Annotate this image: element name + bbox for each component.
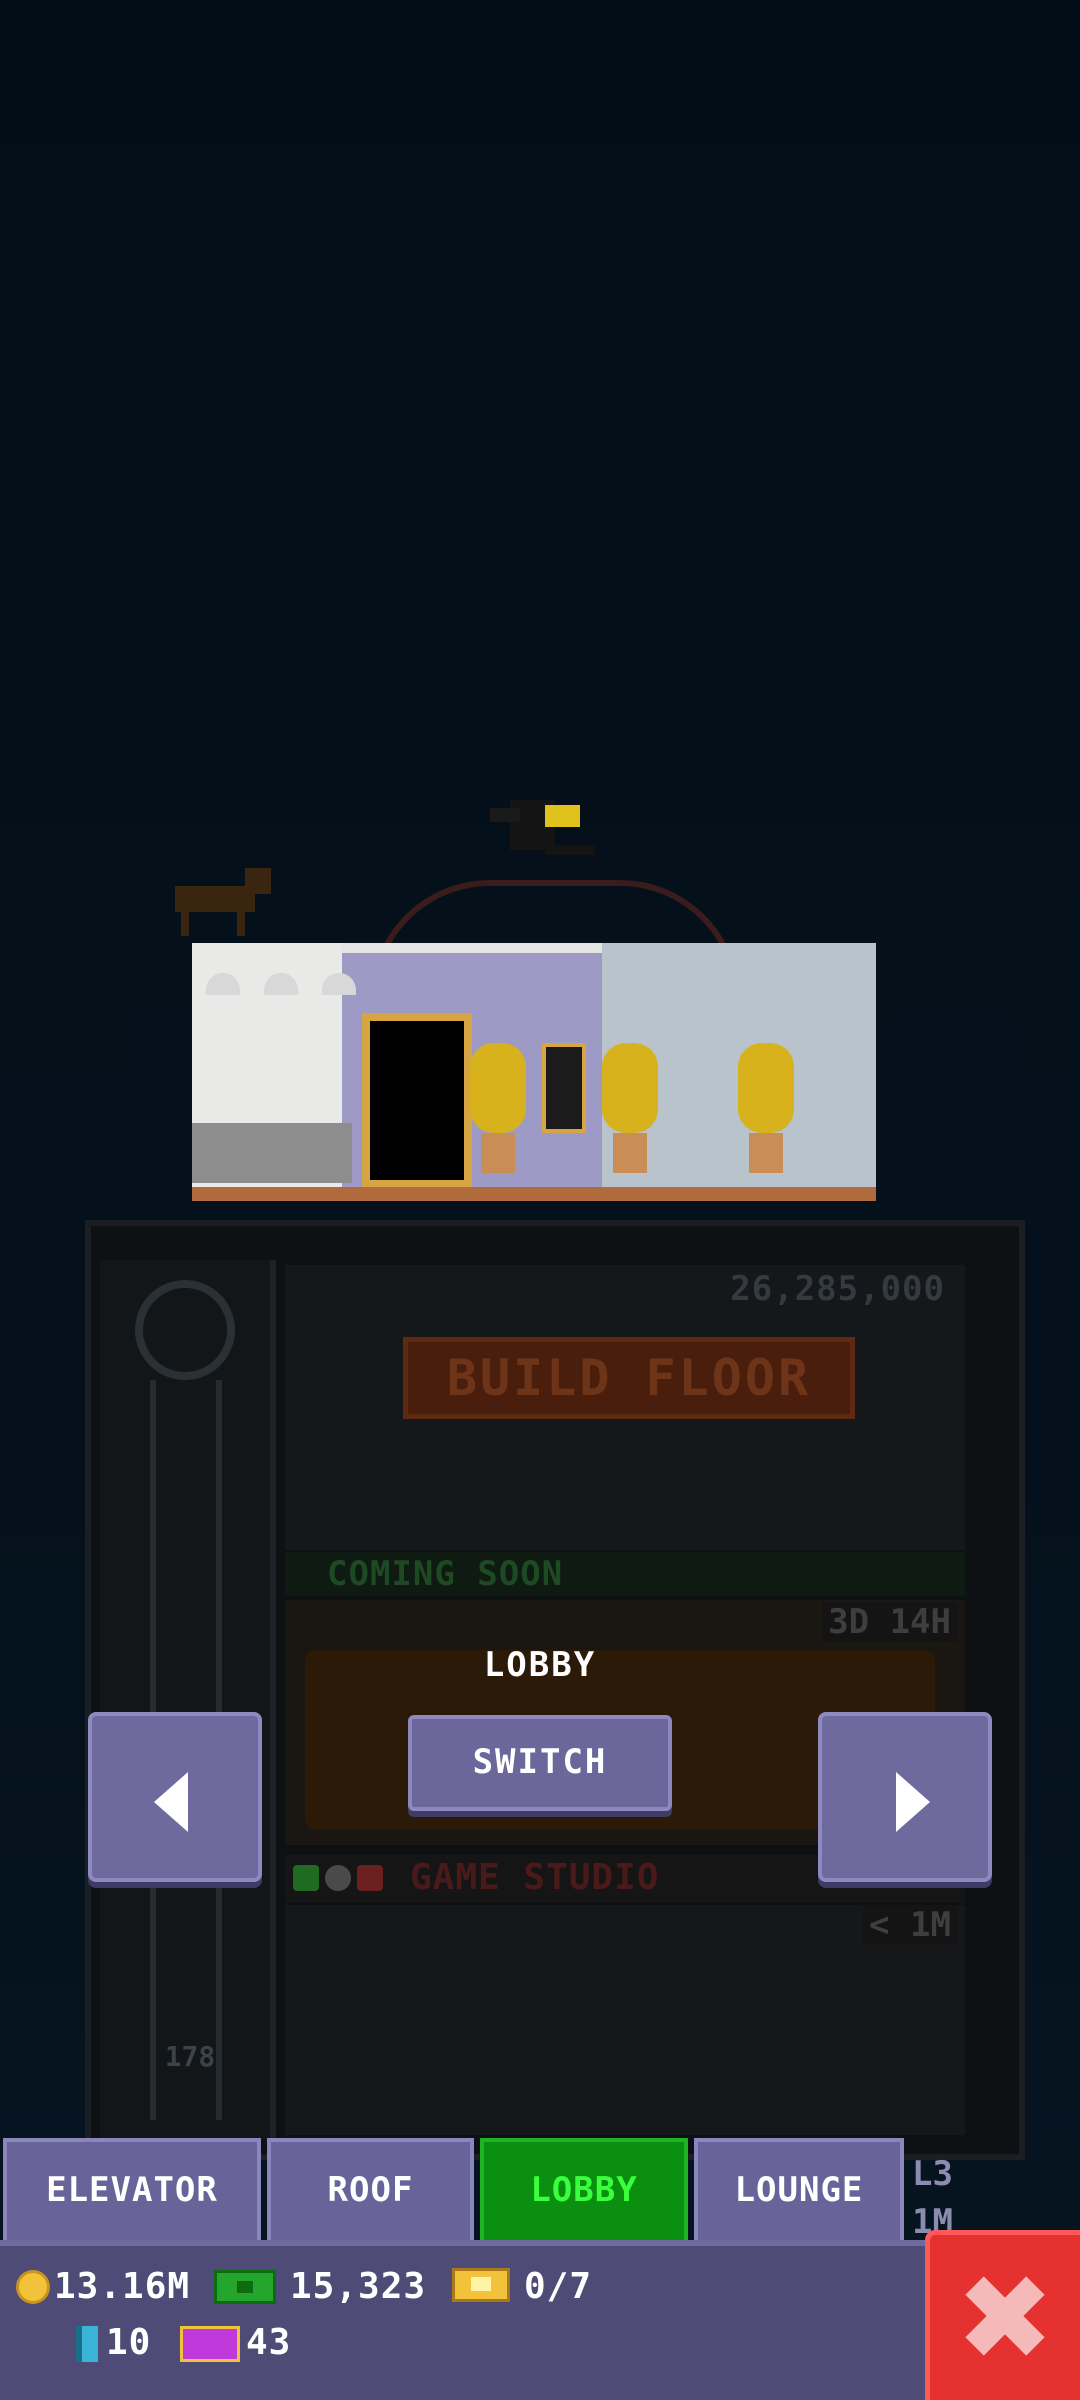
reception-desk [192, 1123, 352, 1183]
tab-side-line1: L3 [912, 2154, 953, 2194]
status-bar: 13.16M 15,323 0/7 10 43 [0, 2240, 925, 2400]
arrow-left-icon [154, 1772, 188, 1832]
tickets-value: 0/7 [524, 2266, 593, 2307]
coming-soon-bar: COMING SOON [285, 1552, 965, 1596]
build-floor-cost: 26,285,000 [730, 1269, 945, 1309]
vip-icon [180, 2326, 240, 2362]
close-button[interactable] [925, 2230, 1080, 2400]
tab-lobby[interactable]: LOBBY [480, 2138, 688, 2242]
elevator-shaft[interactable] [100, 1260, 276, 2140]
floor-title: LOBBY [483, 1645, 597, 1685]
game-studio-name: GAME STUDIO [410, 1857, 660, 1898]
clock-icon [325, 1865, 351, 1891]
plant-icon [602, 1043, 658, 1173]
coins-value: 13.16M [54, 2266, 191, 2307]
switch-button[interactable]: SWITCH [408, 1715, 672, 1811]
dog-icon [175, 868, 271, 936]
stock-icon [357, 1865, 383, 1891]
bux-value: 15,323 [290, 2266, 427, 2307]
tab-elevator[interactable]: ELEVATOR [3, 2138, 261, 2242]
preview-floor [192, 1187, 876, 1201]
previous-floor-button[interactable] [88, 1712, 262, 1882]
build-floor-sign: BUILD FLOOR [403, 1337, 855, 1419]
arrow-right-icon [896, 1772, 930, 1832]
lobby-preview [192, 943, 876, 1201]
tab-roof[interactable]: ROOF [267, 2138, 474, 2242]
lounge-timer: 3D 14H [822, 1602, 957, 1642]
ticket-icon [452, 2268, 510, 2302]
toucan-icon [490, 800, 595, 855]
keys-value: 10 [106, 2322, 152, 2363]
studio-timer: < 1M [863, 1905, 957, 1945]
vip-value: 43 [246, 2322, 292, 2363]
elevator-wheel-icon [135, 1280, 235, 1380]
plant-icon [738, 1043, 794, 1173]
coming-soon-label: COMING SOON [327, 1554, 564, 1594]
elevator-door [362, 1013, 472, 1188]
plant-icon [470, 1043, 526, 1173]
check-icon [293, 1865, 319, 1891]
elevator-floor-number: 178 [164, 2040, 216, 2073]
game-studio-floor[interactable]: < 1M [285, 1905, 965, 2135]
build-floor-row[interactable]: 26,285,000 BUILD FLOOR [285, 1265, 965, 1550]
tab-lounge[interactable]: LOUNGE [694, 2138, 904, 2242]
bux-icon [214, 2270, 276, 2304]
coin-icon [16, 2270, 50, 2304]
key-icon [76, 2326, 98, 2362]
next-floor-button[interactable] [818, 1712, 992, 1882]
elevator-panel-icon [542, 1043, 586, 1133]
